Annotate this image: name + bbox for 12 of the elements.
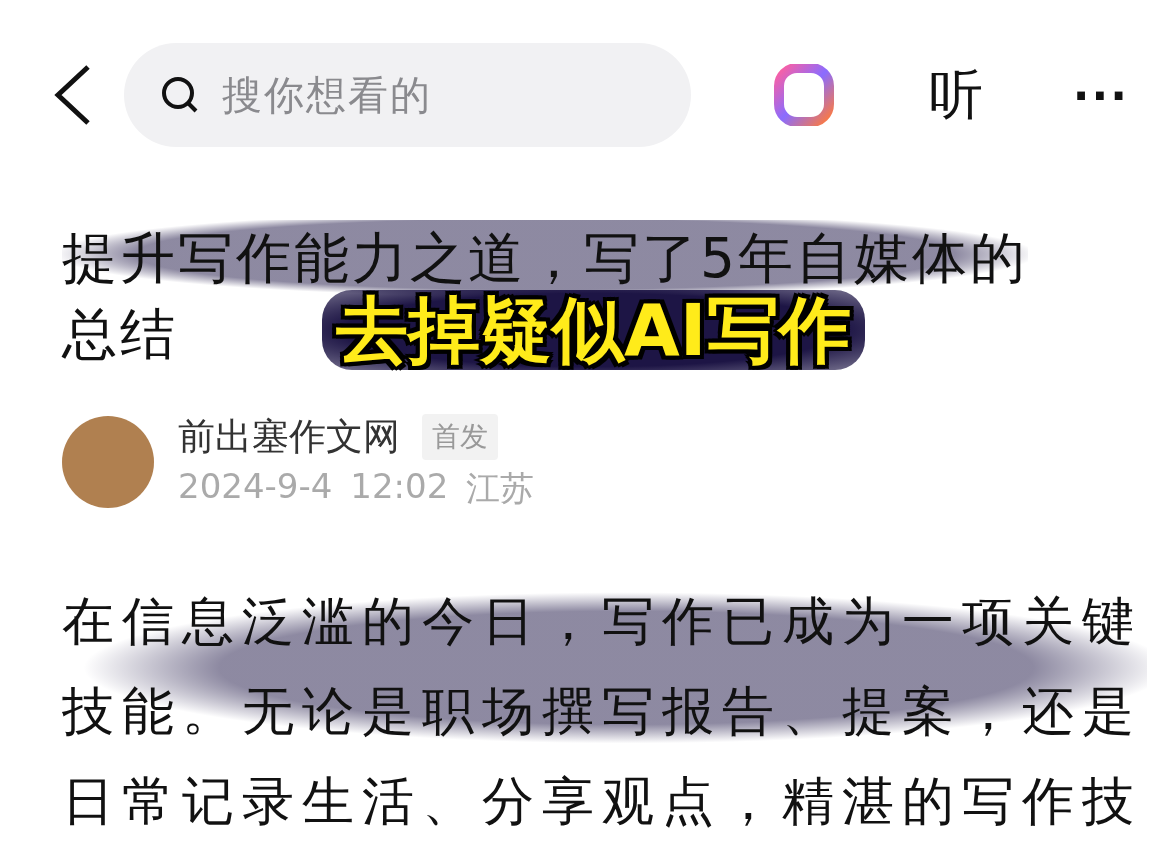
publish-location: 江苏 xyxy=(466,467,535,510)
publish-time: 12:02 xyxy=(350,466,449,508)
publish-date: 2024-9-4 xyxy=(178,466,333,508)
search-icon xyxy=(160,75,200,115)
listen-button[interactable]: 听 xyxy=(928,58,983,132)
more-button[interactable]: ··· xyxy=(1072,69,1129,121)
overlay-caption: 去掉疑似AI写作 xyxy=(322,290,865,370)
first-publish-tag: 首发 xyxy=(422,414,498,460)
search-placeholder: 搜你想看的 xyxy=(222,70,432,120)
author-name[interactable]: 前出塞作文网 xyxy=(178,412,400,462)
article-title-line: 总结 xyxy=(62,301,178,368)
app-logo-icon[interactable] xyxy=(772,64,835,126)
